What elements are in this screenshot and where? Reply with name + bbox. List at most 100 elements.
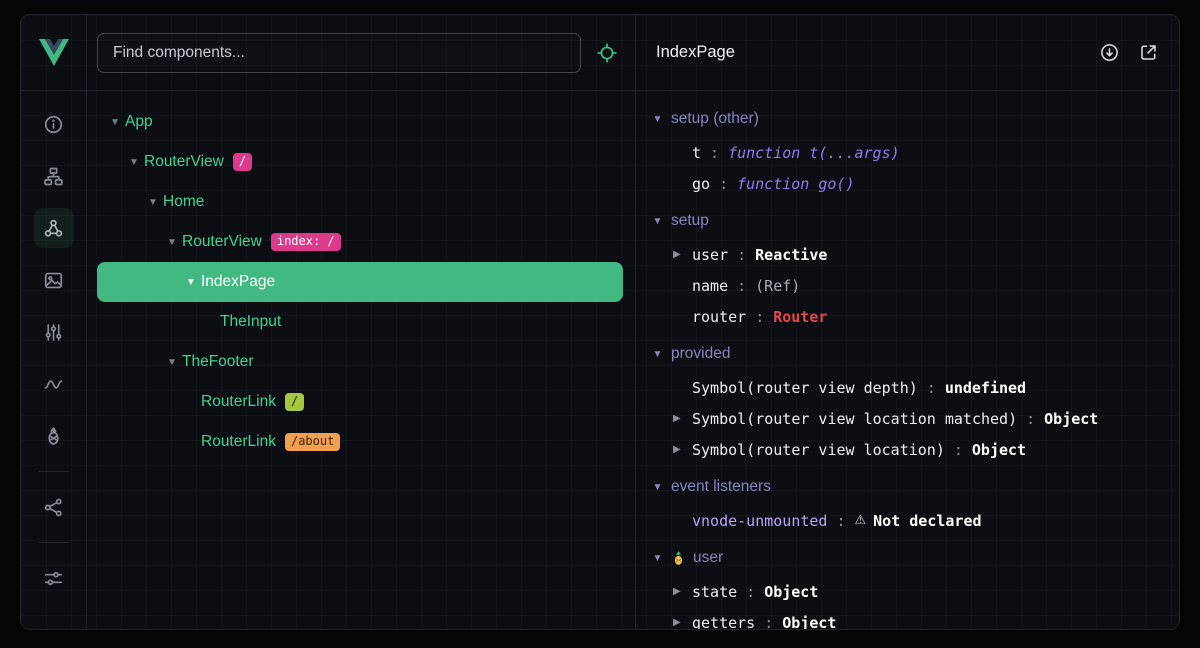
search-box[interactable] — [97, 33, 581, 73]
route-badge: / — [285, 393, 304, 412]
inspector-section-user: ▼user▶state:Object▶getters:Object — [636, 540, 1179, 629]
component-name: RouterView — [182, 233, 262, 251]
component-name: TheInput — [220, 313, 281, 331]
caret-right-icon[interactable]: ▶ — [673, 444, 692, 455]
open-in-editor-icon[interactable] — [1137, 42, 1159, 64]
property-key: Symbol(router view location) — [692, 441, 945, 459]
inspector-header: IndexPage — [636, 15, 1179, 91]
property-key: go — [692, 175, 710, 193]
tree-node-home[interactable]: ▼Home — [97, 182, 623, 222]
vue-logo[interactable] — [21, 15, 86, 91]
colon-separator: : — [755, 308, 764, 326]
property-value: undefined — [945, 379, 1026, 397]
tree-node-routerview[interactable]: ▼RouterView index: / — [97, 222, 623, 262]
caret-down-icon[interactable]: ▼ — [181, 277, 201, 288]
inspector-row-go[interactable]: go: function go() — [636, 168, 1179, 199]
select-component-target-icon[interactable] — [594, 40, 620, 66]
property-value: Object — [782, 614, 836, 630]
caret-down-icon[interactable]: ▼ — [651, 114, 664, 125]
inspector-row-router[interactable]: router:Router — [636, 301, 1179, 332]
tree-node-routerlink[interactable]: RouterLink/about — [97, 422, 623, 462]
inspector-row-vnode-unmounted[interactable]: vnode-unmounted:⚠Not declared — [636, 505, 1179, 536]
property-value: Reactive — [755, 246, 827, 264]
timeline-icon[interactable] — [34, 364, 74, 404]
property-value: function go() — [737, 175, 854, 193]
vue-logo-icon — [39, 39, 69, 66]
pages-tree-icon[interactable] — [34, 156, 74, 196]
caret-right-icon[interactable]: ▶ — [673, 617, 692, 628]
section-header-user[interactable]: ▼ user — [636, 540, 1179, 576]
search-input[interactable] — [111, 43, 567, 63]
property-value: Object — [1044, 410, 1098, 428]
devtools-settings-icon[interactable] — [34, 558, 74, 598]
tree-node-routerview[interactable]: ▼RouterView/ — [97, 142, 623, 182]
graph-icon[interactable] — [34, 487, 74, 527]
inspector-row-symbol-router-view-location[interactable]: ▶Symbol(router view location):Object — [636, 434, 1179, 465]
section-title: user — [693, 549, 723, 567]
tree-node-routerlink[interactable]: RouterLink/ — [97, 382, 623, 422]
component-tree-panel: ▼App▼RouterView/▼Home▼RouterViewindex: /… — [87, 15, 636, 629]
section-header-setup[interactable]: ▼ setup — [636, 203, 1179, 239]
caret-down-icon[interactable]: ▼ — [651, 482, 664, 493]
inspector-body: ▼setup (other)t:function t(...args) go: fu… — [636, 91, 1179, 629]
property-key: vnode-unmounted — [692, 512, 827, 530]
section-header-event-listeners[interactable]: ▼ event listeners — [636, 469, 1179, 505]
overview-icon[interactable] — [34, 104, 74, 144]
devtools-window: ▼App▼RouterView/▼Home▼RouterViewindex: /… — [20, 14, 1180, 630]
rail-divider — [39, 542, 69, 543]
property-key: user — [692, 246, 728, 264]
pinia-icon[interactable] — [34, 416, 74, 456]
caret-down-icon[interactable]: ▼ — [651, 216, 664, 227]
section-header-setup-other[interactable]: ▼setup (other) — [636, 101, 1179, 137]
inspector-title: IndexPage — [656, 43, 735, 62]
caret-down-icon[interactable]: ▼ — [162, 237, 182, 248]
tree-node-thefooter[interactable]: ▼TheFooter — [97, 342, 623, 382]
inspector-panel: IndexPage ▼setup (other)t:function t(...… — [636, 15, 1179, 629]
settings-panel-icon[interactable] — [34, 312, 74, 352]
component-name: IndexPage — [201, 273, 275, 291]
colon-separator: : — [746, 583, 755, 601]
property-value: (Ref) — [755, 277, 800, 295]
section-header-provided[interactable]: ▼provided — [636, 336, 1179, 372]
caret-down-icon[interactable]: ▼ — [651, 553, 664, 564]
caret-down-icon[interactable]: ▼ — [124, 157, 144, 168]
caret-down-icon[interactable]: ▼ — [651, 349, 664, 360]
tree-node-indexpage[interactable]: ▼IndexPage — [97, 262, 623, 302]
caret-down-icon[interactable]: ▼ — [143, 197, 163, 208]
section-title: setup — [671, 212, 709, 230]
caret-down-icon[interactable]: ▼ — [105, 117, 125, 128]
inspector-row-t[interactable]: t:function t(...args) — [636, 137, 1179, 168]
inspector-row-symbol-router-view-location-matched[interactable]: ▶Symbol(router view location matched):Ob… — [636, 403, 1179, 434]
property-value: Object — [764, 583, 818, 601]
inspector-row-getters[interactable]: ▶getters:Object — [636, 607, 1179, 629]
property-key: Symbol(router view location matched) — [692, 410, 1017, 428]
scroll-to-component-icon[interactable] — [1098, 42, 1120, 64]
sidebar-rail — [21, 15, 87, 629]
caret-right-icon[interactable]: ▶ — [673, 413, 692, 424]
inspector-row-symbol-router-view-depth[interactable]: Symbol(router view depth):undefined — [636, 372, 1179, 403]
property-key: t — [692, 144, 701, 162]
route-badge: /about — [285, 433, 340, 452]
inspector-row-state[interactable]: ▶state:Object — [636, 576, 1179, 607]
route-badge: / — [233, 153, 252, 172]
colon-separator: : — [719, 175, 728, 193]
rail-divider — [39, 471, 69, 472]
caret-down-icon[interactable]: ▼ — [162, 357, 182, 368]
assets-icon[interactable] — [34, 260, 74, 300]
tree-node-theinput[interactable]: TheInput — [97, 302, 623, 342]
tree-toolbar — [87, 15, 635, 91]
inspector-section-setup: ▼setup▶user:Reactivename:(Ref)router:Rou… — [636, 203, 1179, 332]
components-inspector-icon[interactable] — [34, 208, 74, 248]
route-badge: index: / — [271, 233, 341, 252]
property-key: name — [692, 277, 728, 295]
component-tree: ▼App▼RouterView/▼Home▼RouterViewindex: /… — [87, 91, 635, 462]
tree-node-app[interactable]: ▼App — [97, 102, 623, 142]
component-name: RouterLink — [201, 433, 276, 451]
pinia-fruit-icon — [671, 551, 686, 566]
inspector-row-name[interactable]: name:(Ref) — [636, 270, 1179, 301]
caret-right-icon[interactable]: ▶ — [673, 249, 692, 260]
section-title: event listeners — [671, 478, 771, 496]
caret-right-icon[interactable]: ▶ — [673, 586, 692, 597]
inspector-row-user[interactable]: ▶user:Reactive — [636, 239, 1179, 270]
colon-separator: : — [764, 614, 773, 630]
